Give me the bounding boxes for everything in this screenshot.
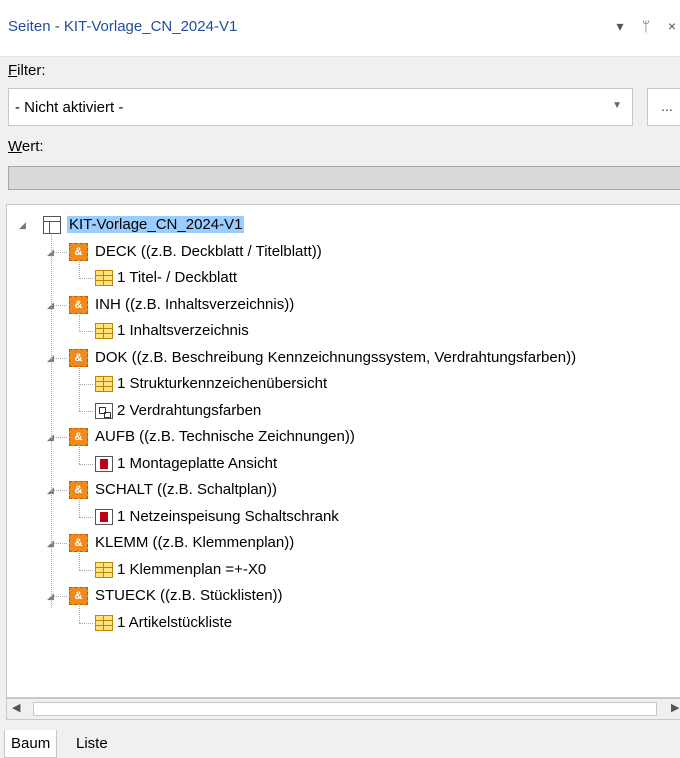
tree-connector xyxy=(51,357,67,359)
table-page-icon xyxy=(95,376,113,392)
graphic-page-icon xyxy=(95,402,113,419)
tree-page-label: 1 Inhaltsverzeichnis xyxy=(117,322,249,339)
tree-connector xyxy=(79,622,93,624)
tree-page-label: 1 Titel- / Deckblatt xyxy=(117,269,238,286)
close-icon[interactable]: × xyxy=(664,16,680,36)
tree-connector xyxy=(79,516,93,518)
schematic-page-icon xyxy=(95,455,113,472)
table-page-icon xyxy=(95,561,113,578)
table-page-icon xyxy=(95,323,113,339)
tree-connector xyxy=(79,314,80,332)
page-group-icon: & xyxy=(69,534,88,552)
table-page-icon xyxy=(95,270,113,286)
scroll-left-icon[interactable]: ◀ xyxy=(12,701,20,714)
structure-icon xyxy=(43,216,61,234)
page-group-icon: & xyxy=(69,242,88,261)
tree-group-label: DECK ((z.B. Deckblatt / Titelblatt)) xyxy=(95,242,322,260)
pin-icon[interactable]: ᛘ xyxy=(638,16,654,36)
filter-label: Filter: xyxy=(8,62,46,79)
panel-titlebar: Seiten - KIT-Vorlage_CN_2024-V1 ▾ ᛘ × xyxy=(0,0,680,57)
wert-label: Wert: xyxy=(8,138,44,155)
tree-connector xyxy=(79,500,80,518)
tree-connector xyxy=(79,569,93,571)
page-group-icon: & xyxy=(69,428,88,446)
tree-connector xyxy=(51,304,67,306)
tree-root-label: KIT-Vorlage_CN_2024-V1 xyxy=(67,216,245,233)
table-page-icon xyxy=(95,614,113,631)
tree-group-label: STUECK ((z.B. Stücklisten)) xyxy=(95,587,283,604)
page-group-icon: & xyxy=(69,587,88,605)
tree-connector xyxy=(51,543,67,544)
tree-group-label: KLEMM ((z.B. Klemmenplan)) xyxy=(95,534,295,551)
tree-connector xyxy=(51,596,67,597)
schematic-page-icon xyxy=(95,508,113,525)
wert-field[interactable] xyxy=(8,166,680,190)
dropdown-arrow-icon[interactable]: ▾ xyxy=(612,16,628,36)
tree-connector xyxy=(51,235,52,608)
tab-liste[interactable]: Liste xyxy=(70,730,114,758)
tree-connector xyxy=(79,606,80,624)
tree-connector xyxy=(51,251,67,253)
tree-connector xyxy=(79,410,93,412)
page-group-icon: & xyxy=(69,481,88,499)
tree-connector xyxy=(51,437,67,438)
tree-page-label: 1 Artikelstückliste xyxy=(117,613,233,631)
tree-connector xyxy=(79,384,93,385)
tree-connector xyxy=(79,463,93,465)
tree-page-label: 1 Strukturkennzeichenübersicht xyxy=(117,375,328,392)
tree-connector xyxy=(79,278,93,279)
tree-group-label: DOK ((z.B. Beschreibung Kennzeichnungssy… xyxy=(95,348,577,366)
chevron-down-icon[interactable]: ▼ xyxy=(612,100,622,111)
tree-group-label: SCHALT ((z.B. Schaltplan)) xyxy=(95,481,277,498)
tree-connector xyxy=(51,490,67,491)
panel-title: Seiten - KIT-Vorlage_CN_2024-V1 xyxy=(8,18,238,35)
filter-more-button[interactable]: ... xyxy=(647,88,680,126)
scroll-right-icon[interactable]: ▶ xyxy=(671,701,679,714)
page-group-icon: & xyxy=(69,295,88,314)
tree-connector xyxy=(79,261,80,279)
tree-connector xyxy=(79,447,80,465)
page-tree[interactable]: ◢ KIT-Vorlage_CN_2024-V1 ◢ & DECK ((z.B. Dec… xyxy=(6,204,680,698)
tree-connector xyxy=(79,367,80,412)
scrollbar-thumb[interactable] xyxy=(33,702,657,716)
collapse-icon[interactable]: ◢ xyxy=(19,220,26,231)
horizontal-scrollbar[interactable]: ◀ ▶ xyxy=(6,698,680,720)
tree-connector xyxy=(79,553,80,571)
tree-group-label: INH ((z.B. Inhaltsverzeichnis)) xyxy=(95,295,295,313)
tree-page-label: 2 Verdrahtungsfarben xyxy=(117,401,262,419)
tab-baum[interactable]: Baum xyxy=(4,730,58,758)
view-tabs: Baum Liste xyxy=(0,730,680,758)
tree-page-label: 1 Klemmenplan =+-X0 xyxy=(117,560,267,578)
tree-page-label: 1 Netzeinspeisung Schaltschrank xyxy=(117,507,339,525)
tree-group-label: AUFB ((z.B. Technische Zeichnungen)) xyxy=(95,428,355,445)
page-group-icon: & xyxy=(69,348,88,367)
tree-connector xyxy=(79,331,93,332)
filter-select[interactable]: - Nicht aktiviert - ▼ xyxy=(8,88,633,126)
filter-value: - Nicht aktiviert - xyxy=(15,99,124,116)
tree-page-label: 1 Montageplatte Ansicht xyxy=(117,454,278,472)
